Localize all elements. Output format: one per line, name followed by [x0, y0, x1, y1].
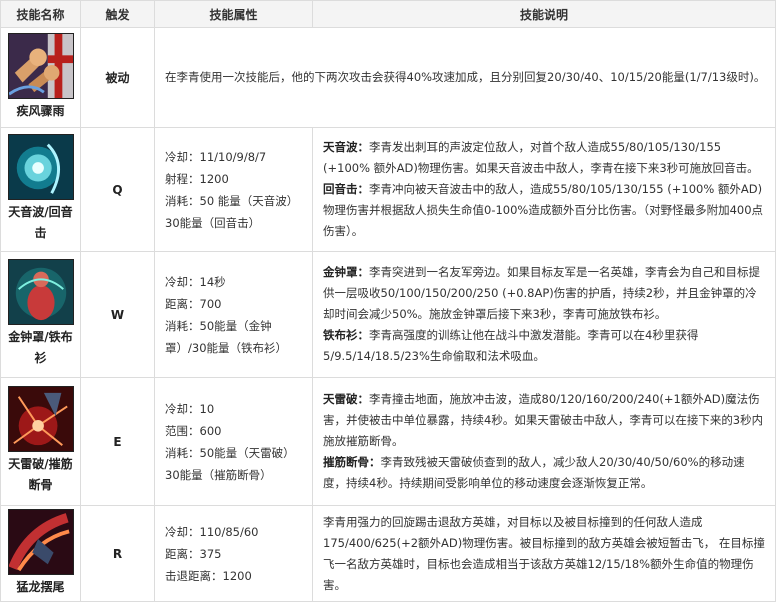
skill-name-e: 天雷破/摧筋断骨	[8, 457, 73, 492]
desc-title: 天雷破：	[323, 392, 369, 406]
attributes-w: 冷却：14秒 距离：700 消耗：50能量（金钟罩）/30能量（铁布衫）	[154, 251, 313, 378]
attributes-e: 冷却：10 范围：600 消耗：50能量（天雷破）30能量（摧筋断骨）	[154, 377, 313, 506]
attr-cooldown: 冷却：110/85/60	[165, 524, 259, 539]
skill-cell-e: 天雷破/摧筋断骨	[0, 377, 81, 506]
table-header-row: 技能名称 触发 技能属性 技能说明	[0, 0, 776, 28]
sonic-wave-icon	[7, 134, 74, 200]
description-r: 李青用强力的回旋踢击退敌方英雄，对目标以及被目标撞到的任何敌人造成175/400…	[312, 505, 776, 602]
table-row-q: 天音波/回音击 Q 冷却：11/10/9/8/7 射程：1200 消耗：50 能…	[0, 127, 776, 252]
attributes-r: 冷却：110/85/60 距离：375 击退距离：1200	[154, 505, 313, 602]
skill-cell-passive: 疾风骤雨	[0, 27, 81, 128]
desc-text: 李青发出刺耳的声波定位敌人，对首个敌人造成55/80/105/130/155 (…	[323, 140, 759, 175]
desc-paragraph: 回音击：李青冲向被天音波击中的敌人，造成55/80/105/130/155 (+…	[323, 179, 767, 242]
trigger-w: W	[80, 251, 155, 378]
skill-name-q: 天音波/回音击	[8, 205, 73, 240]
description-w: 金钟罩：李青突进到一名友军旁边。如果目标友军是一名英雄，李青会为自己和目标提供一…	[312, 251, 776, 378]
skill-cell-q: 天音波/回音击	[0, 127, 81, 252]
desc-paragraph: 金钟罩：李青突进到一名友军旁边。如果目标友军是一名英雄，李青会为自己和目标提供一…	[323, 262, 767, 325]
table-row-r: 猛龙摆尾 R 冷却：110/85/60 距离：375 击退距离：1200 李青用…	[0, 505, 776, 602]
attr-cost: 消耗：50 能量（天音波）30能量（回音击）	[165, 193, 299, 230]
desc-paragraph: 李青用强力的回旋踢击退敌方英雄，对目标以及被目标撞到的任何敌人造成175/400…	[323, 514, 765, 592]
table-row-passive: 疾风骤雨 被动 在李青使用一次技能后，他的下两次攻击会获得40%攻速加成，且分别…	[0, 27, 776, 128]
desc-text: 李青撞击地面，施放冲击波，造成80/120/160/200/240(+1额外AD…	[323, 392, 764, 448]
header-trigger: 触发	[80, 0, 155, 28]
description-passive: 在李青使用一次技能后，他的下两次攻击会获得40%攻速加成，且分别回复20/30/…	[154, 27, 776, 128]
attr-cooldown: 冷却：11/10/9/8/7	[165, 149, 267, 164]
desc-text: 李青高强度的训练让他在战斗中激发潜能。李青可以在4秒里获得5/9.5/14/18…	[323, 328, 699, 363]
attr-cost: 消耗：50能量（金钟罩）/30能量（铁布衫）	[165, 318, 288, 355]
skill-cell-r: 猛龙摆尾	[0, 505, 81, 602]
attr-range: 距离：375	[165, 546, 222, 561]
description-e: 天雷破：李青撞击地面，施放冲击波，造成80/120/160/200/240(+1…	[312, 377, 776, 506]
desc-paragraph: 铁布衫：李青高强度的训练让他在战斗中激发潜能。李青可以在4秒里获得5/9.5/1…	[323, 325, 767, 367]
desc-title: 天音波：	[323, 140, 369, 154]
desc-title: 回音击：	[323, 182, 369, 196]
trigger-passive: 被动	[80, 27, 155, 128]
desc-title: 摧筋断骨：	[323, 455, 381, 469]
attr-cost: 消耗：50能量（天雷破）30能量（摧筋断骨）	[165, 445, 295, 482]
attr-range: 射程：1200	[165, 171, 229, 186]
skill-name-w: 金钟罩/铁布衫	[8, 330, 73, 365]
tempest-icon	[7, 386, 74, 452]
safeguard-icon	[7, 259, 74, 325]
desc-paragraph: 摧筋断骨：李青致残被天雷破侦查到的敌人，减少敌人20/30/40/50/60%的…	[323, 452, 767, 494]
trigger-r: R	[80, 505, 155, 602]
trigger-e: E	[80, 377, 155, 506]
table-row-e: 天雷破/摧筋断骨 E 冷却：10 范围：600 消耗：50能量（天雷破）30能量…	[0, 377, 776, 506]
header-description: 技能说明	[312, 0, 776, 28]
dragon-rage-icon	[7, 508, 74, 575]
skill-name-passive: 疾风骤雨	[16, 103, 65, 118]
desc-title: 金钟罩：	[323, 265, 369, 279]
attr-range: 范围：600	[165, 423, 222, 438]
attr-knockback: 击退距离：1200	[165, 568, 252, 583]
fist-wind-icon	[7, 32, 74, 99]
attr-cooldown: 冷却：14秒	[165, 274, 226, 289]
desc-text: 李青突进到一名友军旁边。如果目标友军是一名英雄，李青会为自己和目标提供一层吸收5…	[323, 265, 760, 321]
desc-paragraph: 天雷破：李青撞击地面，施放冲击波，造成80/120/160/200/240(+1…	[323, 389, 767, 452]
attr-range: 距离：700	[165, 296, 222, 311]
desc-text: 李青致残被天雷破侦查到的敌人，减少敌人20/30/40/50/60%的移动速度，…	[323, 455, 745, 490]
desc-text: 李青冲向被天音波击中的敌人，造成55/80/105/130/155 (+100%…	[323, 182, 764, 238]
attributes-q: 冷却：11/10/9/8/7 射程：1200 消耗：50 能量（天音波）30能量…	[154, 127, 313, 252]
description-q: 天音波：李青发出刺耳的声波定位敌人，对首个敌人造成55/80/105/130/1…	[312, 127, 776, 252]
skill-name-r: 猛龙摆尾	[16, 579, 65, 594]
skill-cell-w: 金钟罩/铁布衫	[0, 251, 81, 378]
desc-title: 铁布衫：	[323, 328, 369, 342]
desc-paragraph: 天音波：李青发出刺耳的声波定位敌人，对首个敌人造成55/80/105/130/1…	[323, 137, 767, 179]
trigger-q: Q	[80, 127, 155, 252]
attr-cooldown: 冷却：10	[165, 401, 215, 416]
header-attributes: 技能属性	[154, 0, 313, 28]
table-row-w: 金钟罩/铁布衫 W 冷却：14秒 距离：700 消耗：50能量（金钟罩）/30能…	[0, 251, 776, 378]
skills-table: 技能名称 触发 技能属性 技能说明 疾风骤雨 被动 在李青使用一次技能后，他的下…	[0, 0, 776, 602]
header-skill-name: 技能名称	[0, 0, 81, 28]
